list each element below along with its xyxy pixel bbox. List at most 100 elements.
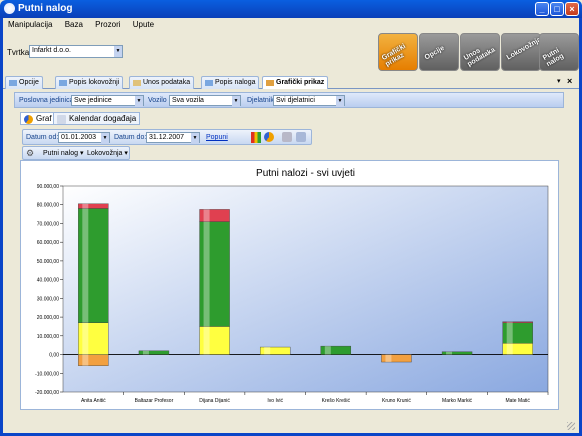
y-tick-label: 30.000,00 <box>37 296 59 302</box>
chart-icon <box>266 80 274 86</box>
company-select[interactable]: Infarkt d.o.o. ▼ <box>29 45 123 58</box>
menu-prozori[interactable]: Prozori <box>90 18 125 31</box>
bar-highlight-1 <box>203 326 210 355</box>
tab-opcije[interactable]: Opcije <box>5 76 43 89</box>
subtab-label: Kalendar događaja <box>69 114 137 123</box>
tab-graficki-prikaz[interactable]: Grafički prikaz <box>262 76 329 89</box>
status-bar <box>3 420 579 432</box>
quick-button-label: Putni nalog <box>541 47 566 69</box>
y-tick-label: 20.000,00 <box>37 315 59 321</box>
date-to-value: 31.12.2007 <box>149 134 185 141</box>
bar-highlight-3 <box>506 321 513 323</box>
quick-button-entry[interactable]: Unos podataka <box>460 33 500 71</box>
vehicle-label: Vozilo <box>148 97 167 104</box>
tab-label: Popis naloga <box>215 79 256 86</box>
y-tick-label: 80.000,00 <box>37 203 59 209</box>
tab-unos-podataka[interactable]: Unos podataka <box>129 76 195 89</box>
bar-highlight-2 <box>203 221 210 327</box>
pie-chart-icon[interactable] <box>264 132 274 142</box>
x-tick-label: Kruno Krunić <box>382 398 411 404</box>
tab-label: Popis lokovožnji <box>69 79 120 86</box>
menu-baza[interactable]: Baza <box>60 18 88 31</box>
menu-upute[interactable]: Upute <box>128 18 159 31</box>
tabs-dropdown-icon[interactable]: ▾ <box>557 77 561 85</box>
y-tick-label: 60.000,00 <box>37 240 59 246</box>
bar-highlight-2 <box>506 322 513 344</box>
menu-label: Putni nalog <box>43 150 79 157</box>
bar-highlight-0 <box>385 354 392 363</box>
employee-select[interactable]: Svi djelatnici ▼ <box>273 95 345 107</box>
gear-icon[interactable]: ⚙ <box>26 148 34 159</box>
tabs-close-icon[interactable]: × <box>567 76 572 86</box>
plot-area <box>62 185 549 393</box>
lokovoznja-menu[interactable]: Lokovožnja ▾ <box>87 149 128 157</box>
putni-nalog-menu[interactable]: Putni nalog ▾ <box>43 149 84 157</box>
bar-highlight-2 <box>82 208 89 323</box>
x-tick-label: Anita Anitić <box>81 398 106 404</box>
resize-grip-icon[interactable] <box>567 422 575 430</box>
x-tick-label: Krešo Krešić <box>322 398 351 404</box>
subtab-kalendar[interactable]: Kalendar događaja <box>53 112 141 125</box>
chart-panel: Putni nalozi - svi uvjeti 90.000,00 80.000… <box>20 160 559 410</box>
date-from-input[interactable]: 01.01.2003 ▼ <box>58 132 110 144</box>
quick-button-lokovoznja[interactable]: Lokovožnja <box>501 33 543 71</box>
tab-label: Unos podataka <box>143 79 191 86</box>
print-preview-icon[interactable] <box>296 132 306 142</box>
quick-button-label: Unos podataka <box>462 46 497 69</box>
date-to-input[interactable]: 31.12.2007 ▼ <box>146 132 200 144</box>
list-icon <box>59 80 67 86</box>
y-tick-label: 70.000,00 <box>37 221 59 227</box>
bar-highlight-3 <box>203 209 210 222</box>
unit-label: Poslovna jedinica <box>19 97 74 104</box>
vehicle-value: Sva vozila <box>172 97 204 104</box>
x-tick-label: Baltazar Profesor <box>135 398 174 404</box>
print-icon[interactable] <box>282 132 292 142</box>
employee-value: Svi djelatnici <box>276 97 315 104</box>
chevron-down-icon[interactable]: ▼ <box>101 133 109 144</box>
date-toolbar: Datum od: 01.01.2003 ▼ Datum do: 31.12.20… <box>22 129 312 145</box>
tab-popis-lokovoznji[interactable]: Popis lokovožnji <box>55 76 124 89</box>
maximize-button[interactable]: □ <box>550 2 564 16</box>
chevron-down-icon[interactable]: ▼ <box>114 46 122 57</box>
bar-highlight-2 <box>142 350 149 355</box>
bar-chart-icon[interactable] <box>251 132 261 143</box>
x-tick-label: Marko Markić <box>442 398 473 404</box>
tab-popis-naloga[interactable]: Popis naloga <box>201 76 260 89</box>
quick-button-options[interactable]: Opcije <box>419 33 459 71</box>
y-tick-label: 10.000,00 <box>37 334 59 340</box>
quick-button-putni-nalog[interactable]: Putni nalog <box>539 33 579 71</box>
header-area: Tvrtka : Infarkt d.o.o. ▼ Grafički prika… <box>3 32 579 72</box>
chevron-down-icon[interactable]: ▼ <box>135 96 143 107</box>
unit-value: Sve jedinice <box>74 97 112 104</box>
x-tick-label: Mate Matić <box>505 398 530 404</box>
bar-chart: Putni nalozi - svi uvjeti 90.000,00 80.000… <box>35 168 549 404</box>
quick-button-label: Grafički prikaz <box>380 42 407 69</box>
y-tick-label: 90.000,00 <box>37 184 59 190</box>
filter-bar: Poslovna jedinica Sve jedinice ▼ Vozilo S… <box>14 92 564 108</box>
entry-icon <box>133 80 141 86</box>
unit-select[interactable]: Sve jedinice ▼ <box>71 95 144 107</box>
pie-chart-icon <box>24 115 33 124</box>
minimize-button[interactable]: _ <box>535 2 549 16</box>
chevron-down-icon[interactable]: ▼ <box>232 96 240 107</box>
date-to-label: Datum do: <box>114 134 147 141</box>
bar-highlight-1 <box>264 347 271 355</box>
close-button[interactable]: × <box>565 2 579 16</box>
subtab-graf[interactable]: Graf <box>20 112 56 125</box>
y-tick-label: 40.000,00 <box>37 278 59 284</box>
chevron-down-icon[interactable]: ▼ <box>336 96 344 107</box>
y-tick-label: -10.000,00 <box>35 371 59 377</box>
x-tick-label: Ivo Ivić <box>267 398 283 404</box>
quick-button-graph[interactable]: Grafički prikaz <box>378 33 418 71</box>
bar-highlight-3 <box>82 203 89 209</box>
chart-title: Putni nalozi - svi uvjeti <box>256 168 355 179</box>
fill-link[interactable]: Popuni <box>206 134 228 141</box>
menu-manipulacija[interactable]: Manipulacija <box>3 18 57 31</box>
bar-highlight-0 <box>82 354 89 366</box>
app-icon <box>4 3 15 14</box>
chevron-down-icon[interactable]: ▼ <box>191 133 199 144</box>
vehicle-select[interactable]: Sva vozila ▼ <box>169 95 241 107</box>
tab-label: Opcije <box>19 79 39 86</box>
list-icon <box>205 80 213 86</box>
title-bar: Putni nalog _ □ × <box>0 0 582 18</box>
